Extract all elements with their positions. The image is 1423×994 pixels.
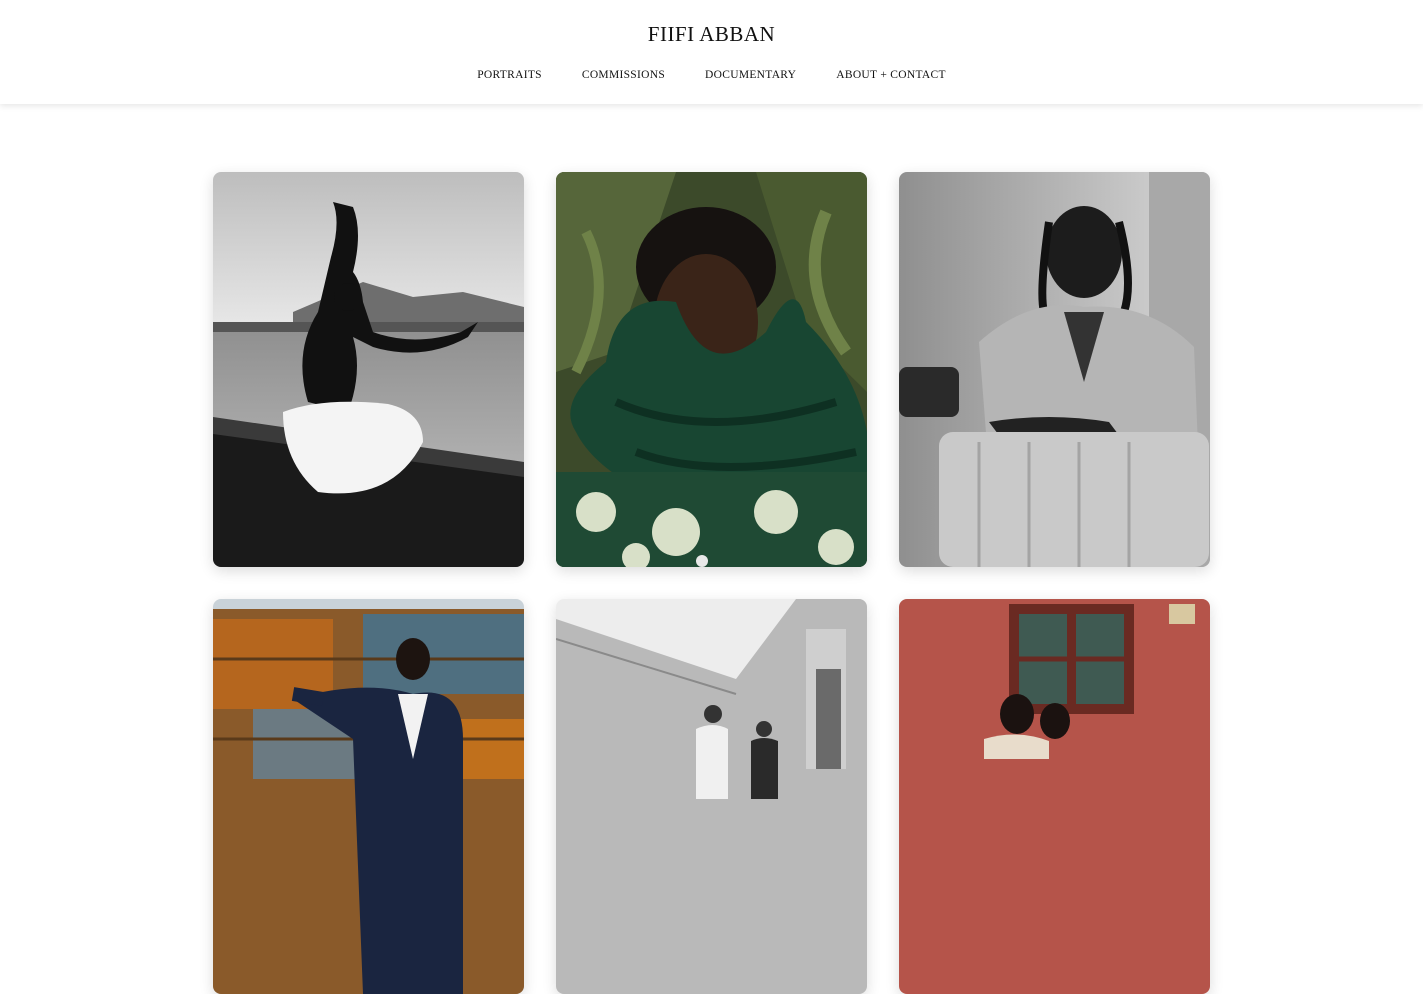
- site-header: FIIFI ABBAN PORTRAITS COMMISSIONS DOCUME…: [0, 0, 1423, 104]
- site-title[interactable]: FIIFI ABBAN: [0, 22, 1423, 47]
- gallery-photo-suitcase[interactable]: [899, 172, 1210, 567]
- photo-green-puffer-image: [556, 172, 867, 567]
- nav-item-portraits[interactable]: PORTRAITS: [477, 69, 542, 81]
- gallery-photo-white-building[interactable]: [556, 599, 867, 994]
- photo-rusty-wall-image: [213, 599, 524, 994]
- photo-red-wall-image: [899, 599, 1210, 994]
- photo-white-building-image: [556, 599, 867, 994]
- photo-canoe-image: [213, 172, 524, 567]
- nav-item-commissions[interactable]: COMMISSIONS: [582, 69, 665, 81]
- main-nav: PORTRAITS COMMISSIONS DOCUMENTARY ABOUT …: [0, 69, 1423, 81]
- photo-suitcase-image: [899, 172, 1210, 567]
- nav-item-about-contact[interactable]: ABOUT + CONTACT: [836, 69, 946, 81]
- gallery-photo-red-wall[interactable]: [899, 599, 1210, 994]
- gallery-photo-rusty-wall[interactable]: [213, 599, 524, 994]
- nav-item-documentary[interactable]: DOCUMENTARY: [705, 69, 796, 81]
- gallery-photo-canoe[interactable]: [213, 172, 524, 567]
- gallery-photo-green-puffer[interactable]: [556, 172, 867, 567]
